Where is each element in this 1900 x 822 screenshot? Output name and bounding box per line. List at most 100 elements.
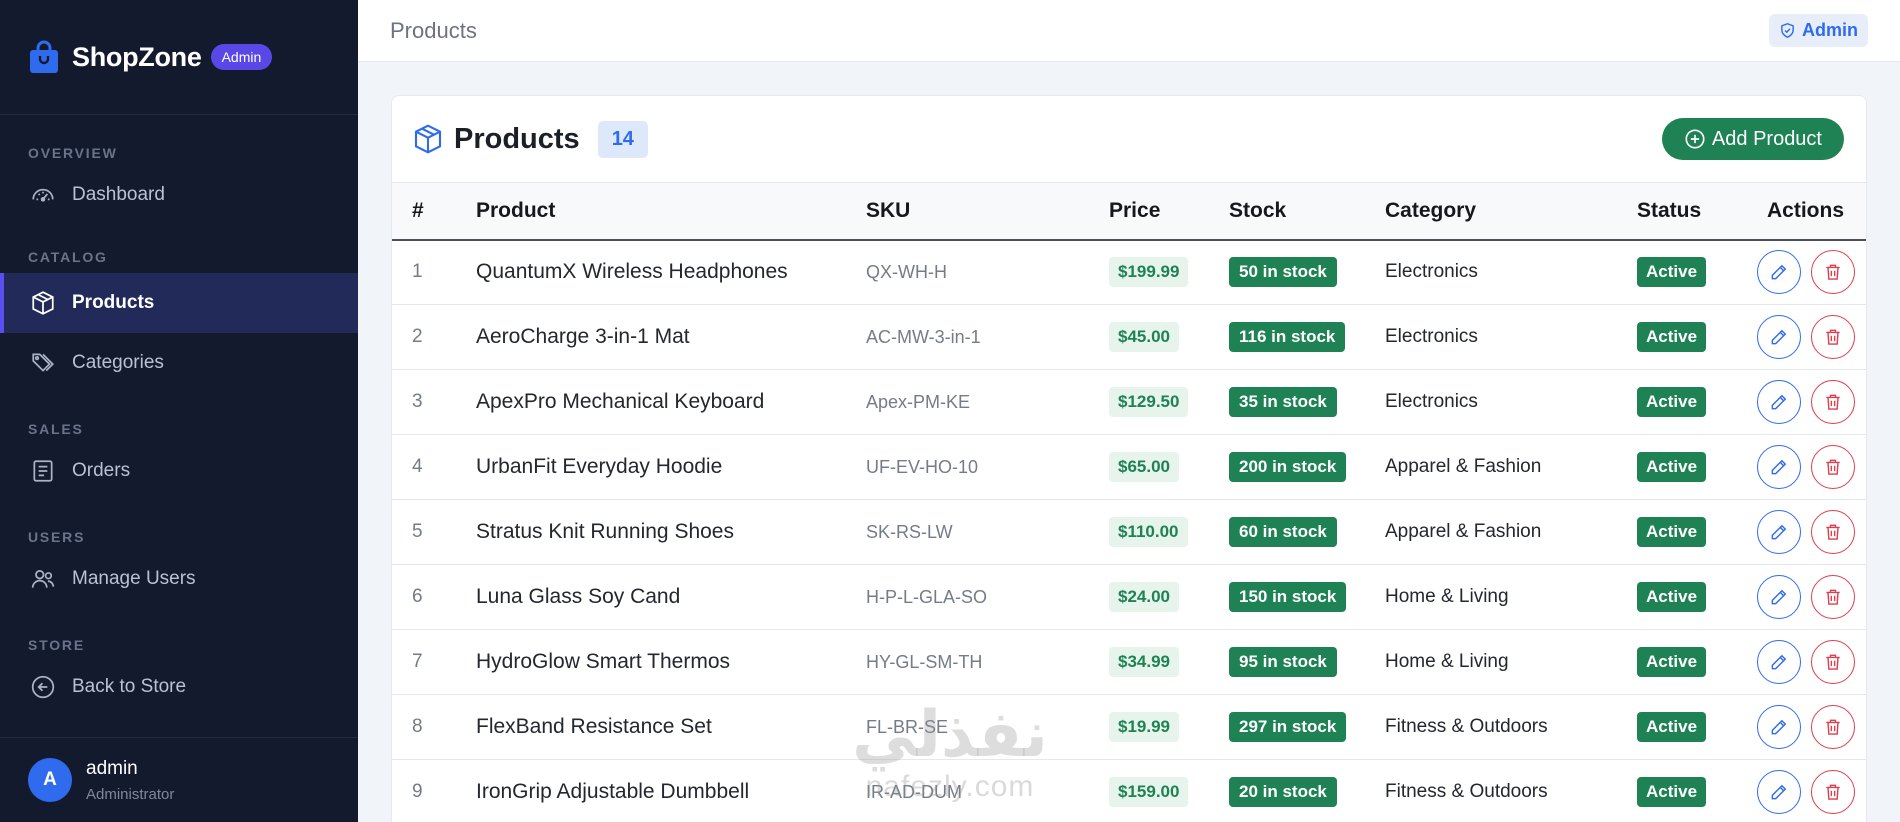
admin-badge[interactable]: Admin [1769,14,1868,47]
edit-button[interactable] [1757,770,1801,814]
product-sku: AC-MW-3-in-1 [866,326,981,347]
nav-section-users: USERS [28,529,86,545]
product-sku: QX-WH-H [866,261,947,282]
product-name[interactable]: IronGrip Adjustable Dumbbell [476,760,866,822]
delete-button[interactable] [1811,445,1855,489]
product-category: Apparel & Fashion [1385,521,1542,542]
row-number: 4 [412,456,423,477]
user-profile[interactable]: A admin Administrator [0,737,358,822]
sidebar-item-back-to-store[interactable]: Back to Store [0,657,358,717]
sidebar-item-orders[interactable]: Orders [0,441,358,501]
status-badge: Active [1637,712,1707,742]
stock-badge: 116 in stock [1229,322,1346,352]
product-count-badge: 14 [597,120,648,158]
column-header-num[interactable]: # [392,183,476,240]
delete-button[interactable] [1811,770,1855,814]
table-row[interactable]: 7 HydroGlow Smart Thermos HY-GL-SM-TH $34.9… [392,630,1866,695]
column-header-status[interactable]: Status [1637,183,1747,240]
brand-name: ShopZone [72,41,202,72]
stock-badge: 60 in stock [1229,517,1337,547]
product-category: Electronics [1385,326,1478,347]
table-row[interactable]: 6 Luna Glass Soy Cand H-P-L-GLA-SO $24.00 15… [392,565,1866,630]
pencil-icon [1771,654,1787,670]
product-name[interactable]: QuantumX Wireless Headphones [476,240,866,305]
product-category: Home & Living [1385,651,1509,672]
delete-button[interactable] [1811,315,1855,359]
stock-badge: 200 in stock [1229,452,1347,482]
product-category: Fitness & Outdoors [1385,781,1548,802]
brand[interactable]: ShopZone Admin [0,0,358,115]
edit-button[interactable] [1757,380,1801,424]
delete-button[interactable] [1811,640,1855,684]
column-header-stock[interactable]: Stock [1229,183,1385,240]
product-name[interactable]: AeroCharge 3-in-1 Mat [476,305,866,370]
delete-button[interactable] [1811,705,1855,749]
admin-label: Admin [1802,20,1858,40]
pencil-icon [1771,329,1787,345]
product-name[interactable]: ApexPro Mechanical Keyboard [476,370,866,435]
product-sku: IR-AD-DUM [866,781,962,802]
edit-button[interactable] [1757,315,1801,359]
table-row[interactable]: 2 AeroCharge 3-in-1 Mat AC-MW-3-in-1 $45.00… [392,305,1866,370]
add-product-button[interactable]: Add Product [1661,118,1844,160]
status-badge: Active [1637,257,1707,288]
sidebar-item-label: Manage Users [72,568,196,589]
product-name[interactable]: Luna Glass Soy Cand [476,565,866,630]
stock-badge: 150 in stock [1229,582,1347,612]
stock-badge: 95 in stock [1229,647,1337,677]
topbar: Products Admin [358,0,1900,62]
price-badge: $19.99 [1109,712,1179,742]
sidebar-item-label: Categories [72,352,164,373]
row-number: 6 [412,586,423,607]
box-icon [32,291,54,315]
sidebar-item-products[interactable]: Products [0,273,358,333]
column-header-product[interactable]: Product [476,183,866,240]
trash-icon [1826,524,1840,540]
delete-button[interactable] [1811,250,1855,295]
table-row[interactable]: 1 QuantumX Wireless Headphones QX-WH-H $199… [392,240,1866,305]
table-row[interactable]: 5 Stratus Knit Running Shoes SK-RS-LW $110.… [392,500,1866,565]
pencil-icon [1771,264,1787,280]
shopping-bag-icon [30,40,58,73]
delete-button[interactable] [1811,380,1855,424]
people-icon [31,570,55,588]
sidebar-item-manage-users[interactable]: Manage Users [0,549,358,609]
delete-button[interactable] [1811,575,1855,619]
table-row[interactable]: 8 FlexBand Resistance Set FL-BR-SE $19.99 29… [392,695,1866,760]
product-name[interactable]: UrbanFit Everyday Hoodie [476,435,866,500]
product-name[interactable]: Stratus Knit Running Shoes [476,500,866,565]
table-header-row: # Product SKU Price Stock Category Statu… [392,182,1866,240]
column-header-actions: Actions [1767,198,1845,222]
stock-badge: 50 in stock [1229,257,1337,288]
stock-badge: 297 in stock [1229,712,1347,742]
nav-section-store: STORE [28,637,85,653]
column-header-sku[interactable]: SKU [866,183,1109,240]
edit-button[interactable] [1757,640,1801,684]
table-row[interactable]: 4 UrbanFit Everyday Hoodie UF-EV-HO-10 $65.… [392,435,1866,500]
brand-badge: Admin [210,44,273,70]
edit-button[interactable] [1757,250,1801,295]
product-sku: FL-BR-SE [866,716,949,737]
product-category: Electronics [1385,261,1478,283]
edit-button[interactable] [1757,510,1801,554]
product-name[interactable]: HydroGlow Smart Thermos [476,630,866,695]
delete-button[interactable] [1811,510,1855,554]
row-number: 5 [412,521,423,542]
sidebar-item-dashboard[interactable]: Dashboard [0,165,358,225]
edit-button[interactable] [1757,445,1801,489]
pencil-icon [1771,589,1787,605]
sidebar-item-categories[interactable]: Categories [0,333,358,393]
edit-button[interactable] [1757,705,1801,749]
product-name[interactable]: FlexBand Resistance Set [476,695,866,760]
pencil-icon [1771,784,1787,800]
nav-section-overview: OVERVIEW [28,145,118,161]
table-row[interactable]: 9 IronGrip Adjustable Dumbbell IR-AD-DUM $1… [392,760,1866,822]
column-header-price[interactable]: Price [1109,183,1229,240]
edit-button[interactable] [1757,575,1801,619]
product-category: Electronics [1385,391,1478,412]
product-category: Apparel & Fashion [1385,456,1542,477]
table-row[interactable]: 3 ApexPro Mechanical Keyboard Apex-PM-KE $1… [392,370,1866,435]
column-header-category[interactable]: Category [1385,183,1637,240]
row-number: 8 [412,716,423,737]
status-badge: Active [1637,647,1707,677]
